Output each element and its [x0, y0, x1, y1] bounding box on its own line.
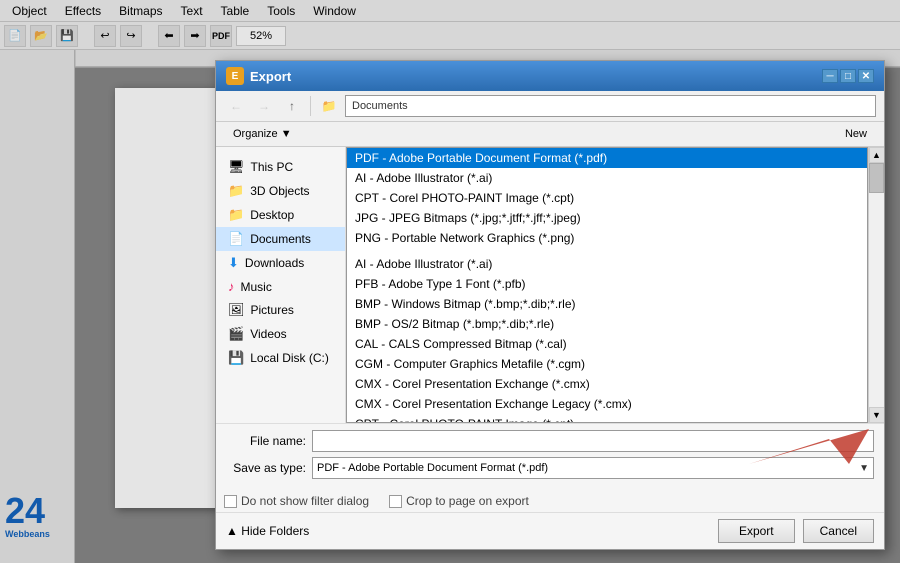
close-button[interactable]: ✕ [858, 69, 874, 83]
sidebar-label-3d-objects: 3D Objects [250, 184, 309, 198]
format-item[interactable]: AI - Adobe Illustrator (*.ai) [347, 168, 867, 188]
format-item[interactable]: AI - Adobe Illustrator (*.ai) [347, 254, 867, 274]
folder-icon-pictures [228, 302, 245, 318]
sidebar-label-videos: Videos [250, 327, 286, 341]
file-sidebar: This PC 3D Objects Desktop Documents Dow… [216, 147, 346, 423]
crop-label: Crop to page on export [406, 494, 529, 508]
action-buttons: Export Cancel [718, 519, 874, 543]
format-item[interactable]: BMP - Windows Bitmap (*.bmp;*.dib;*.rle) [347, 294, 867, 314]
filename-label: File name: [226, 434, 306, 448]
format-item[interactable]: CPT - Corel PHOTO-PAINT Image (*.cpt) [347, 414, 867, 423]
sidebar-label-documents: Documents [250, 232, 311, 246]
sidebar-item-pictures[interactable]: Pictures [216, 298, 345, 322]
dialog-form: File name: Save as type: PDF - Adobe Por… [216, 423, 884, 490]
saveas-row: Save as type: PDF - Adobe Portable Docum… [226, 457, 874, 479]
scroll-down-button[interactable]: ▼ [869, 407, 885, 423]
format-item[interactable]: PDF - Adobe Portable Document Format (*.… [347, 148, 867, 168]
format-item[interactable]: CPT - Corel PHOTO-PAINT Image (*.cpt) [347, 188, 867, 208]
sidebar-label-music: Music [241, 280, 272, 294]
sidebar-item-downloads[interactable]: Downloads [216, 251, 345, 275]
folder-icon-downloads [228, 255, 239, 271]
cancel-button[interactable]: Cancel [803, 519, 874, 543]
format-item[interactable]: JPG - JPEG Bitmaps (*.jpg;*.jtff;*.jff;*… [347, 208, 867, 228]
new-folder-button[interactable]: New [836, 125, 876, 143]
sidebar-label-local-disk: Local Disk (C:) [250, 351, 329, 365]
sidebar-item-music[interactable]: Music [216, 275, 345, 298]
scroll-thumb[interactable] [869, 163, 884, 193]
format-scrollbar[interactable]: ▲ ▼ [868, 147, 884, 423]
hide-folders-button[interactable]: ▲ Hide Folders [226, 524, 309, 538]
title-buttons: ─ □ ✕ [822, 69, 874, 83]
sidebar-label-desktop: Desktop [250, 208, 294, 222]
saveas-dropdown[interactable]: PDF - Adobe Portable Document Format (*.… [312, 457, 874, 479]
address-text: Documents [352, 100, 408, 112]
crop-checkbox[interactable] [389, 495, 402, 508]
sidebar-label-downloads: Downloads [245, 256, 304, 270]
filename-row: File name: [226, 430, 874, 452]
crop-checkbox-label[interactable]: Crop to page on export [389, 494, 529, 508]
dialog-title: Export [250, 69, 291, 84]
scroll-up-button[interactable]: ▲ [869, 147, 885, 163]
nav-bar: ← → ↑ 📁 Documents [216, 91, 884, 122]
folder-icon-videos [228, 326, 244, 342]
format-item[interactable]: PFB - Adobe Type 1 Font (*.pfb) [347, 274, 867, 294]
filename-input[interactable] [312, 430, 874, 452]
dropdown-arrow-icon: ▼ [859, 463, 869, 474]
folder-nav-button[interactable]: 📁 [317, 95, 341, 117]
sidebar-item-this-pc[interactable]: This PC [216, 155, 345, 179]
export-dialog: E Export ─ □ ✕ ← → ↑ 📁 Documents Organiz… [215, 60, 885, 550]
sidebar-item-3d-objects[interactable]: 3D Objects [216, 179, 345, 203]
nav-separator [310, 96, 311, 116]
maximize-button[interactable]: □ [840, 69, 856, 83]
folder-icon-documents [228, 231, 244, 247]
format-item[interactable]: CMX - Corel Presentation Exchange (*.cmx… [347, 374, 867, 394]
no-filter-label: Do not show filter dialog [241, 494, 369, 508]
folder-icon-3d [228, 183, 244, 199]
address-box[interactable]: Documents [345, 95, 876, 117]
format-item[interactable]: CAL - CALS Compressed Bitmap (*.cal) [347, 334, 867, 354]
sidebar-item-local-disk[interactable]: Local Disk (C:) [216, 346, 345, 370]
back-button[interactable]: ← [224, 95, 248, 117]
sidebar-item-videos[interactable]: Videos [216, 322, 345, 346]
no-filter-checkbox[interactable] [224, 495, 237, 508]
format-list-area: PDF - Adobe Portable Document Format (*.… [346, 147, 884, 423]
checkbox-row: Do not show filter dialog Crop to page o… [216, 490, 884, 512]
dialog-overlay: E Export ─ □ ✕ ← → ↑ 📁 Documents Organiz… [0, 0, 900, 563]
sidebar-item-documents[interactable]: Documents [216, 227, 345, 251]
sidebar-label-pictures: Pictures [251, 303, 294, 317]
saveas-value: PDF - Adobe Portable Document Format (*.… [317, 462, 869, 474]
scroll-track [869, 163, 884, 407]
sidebar-label-this-pc: This PC [251, 160, 294, 174]
no-filter-checkbox-label[interactable]: Do not show filter dialog [224, 494, 369, 508]
sidebar-item-desktop[interactable]: Desktop [216, 203, 345, 227]
dialog-icon-text: E [232, 71, 239, 82]
export-button[interactable]: Export [718, 519, 795, 543]
format-item[interactable]: BMP - OS/2 Bitmap (*.bmp;*.dib;*.rle) [347, 314, 867, 334]
hdd-icon [228, 350, 244, 366]
pc-icon [228, 159, 245, 175]
folder-icon-desktop [228, 207, 244, 223]
format-item[interactable]: CMX - Corel Presentation Exchange Legacy… [347, 394, 867, 414]
toolbar2: Organize ▼ New [216, 122, 884, 147]
dialog-content: This PC 3D Objects Desktop Documents Dow… [216, 147, 884, 423]
format-item[interactable]: CGM - Computer Graphics Metafile (*.cgm) [347, 354, 867, 374]
format-item[interactable]: PNG - Portable Network Graphics (*.png) [347, 228, 867, 248]
minimize-button[interactable]: ─ [822, 69, 838, 83]
organize-button[interactable]: Organize ▼ [224, 125, 301, 143]
forward-button[interactable]: → [252, 95, 276, 117]
folder-icon-music [228, 279, 235, 294]
dialog-titlebar: E Export ─ □ ✕ [216, 61, 884, 91]
saveas-label: Save as type: [226, 461, 306, 475]
dialog-buttons: ▲ Hide Folders Export Cancel [216, 512, 884, 549]
title-left: E Export [226, 67, 291, 85]
up-button[interactable]: ↑ [280, 95, 304, 117]
dialog-icon: E [226, 67, 244, 85]
format-dropdown[interactable]: PDF - Adobe Portable Document Format (*.… [346, 147, 868, 423]
